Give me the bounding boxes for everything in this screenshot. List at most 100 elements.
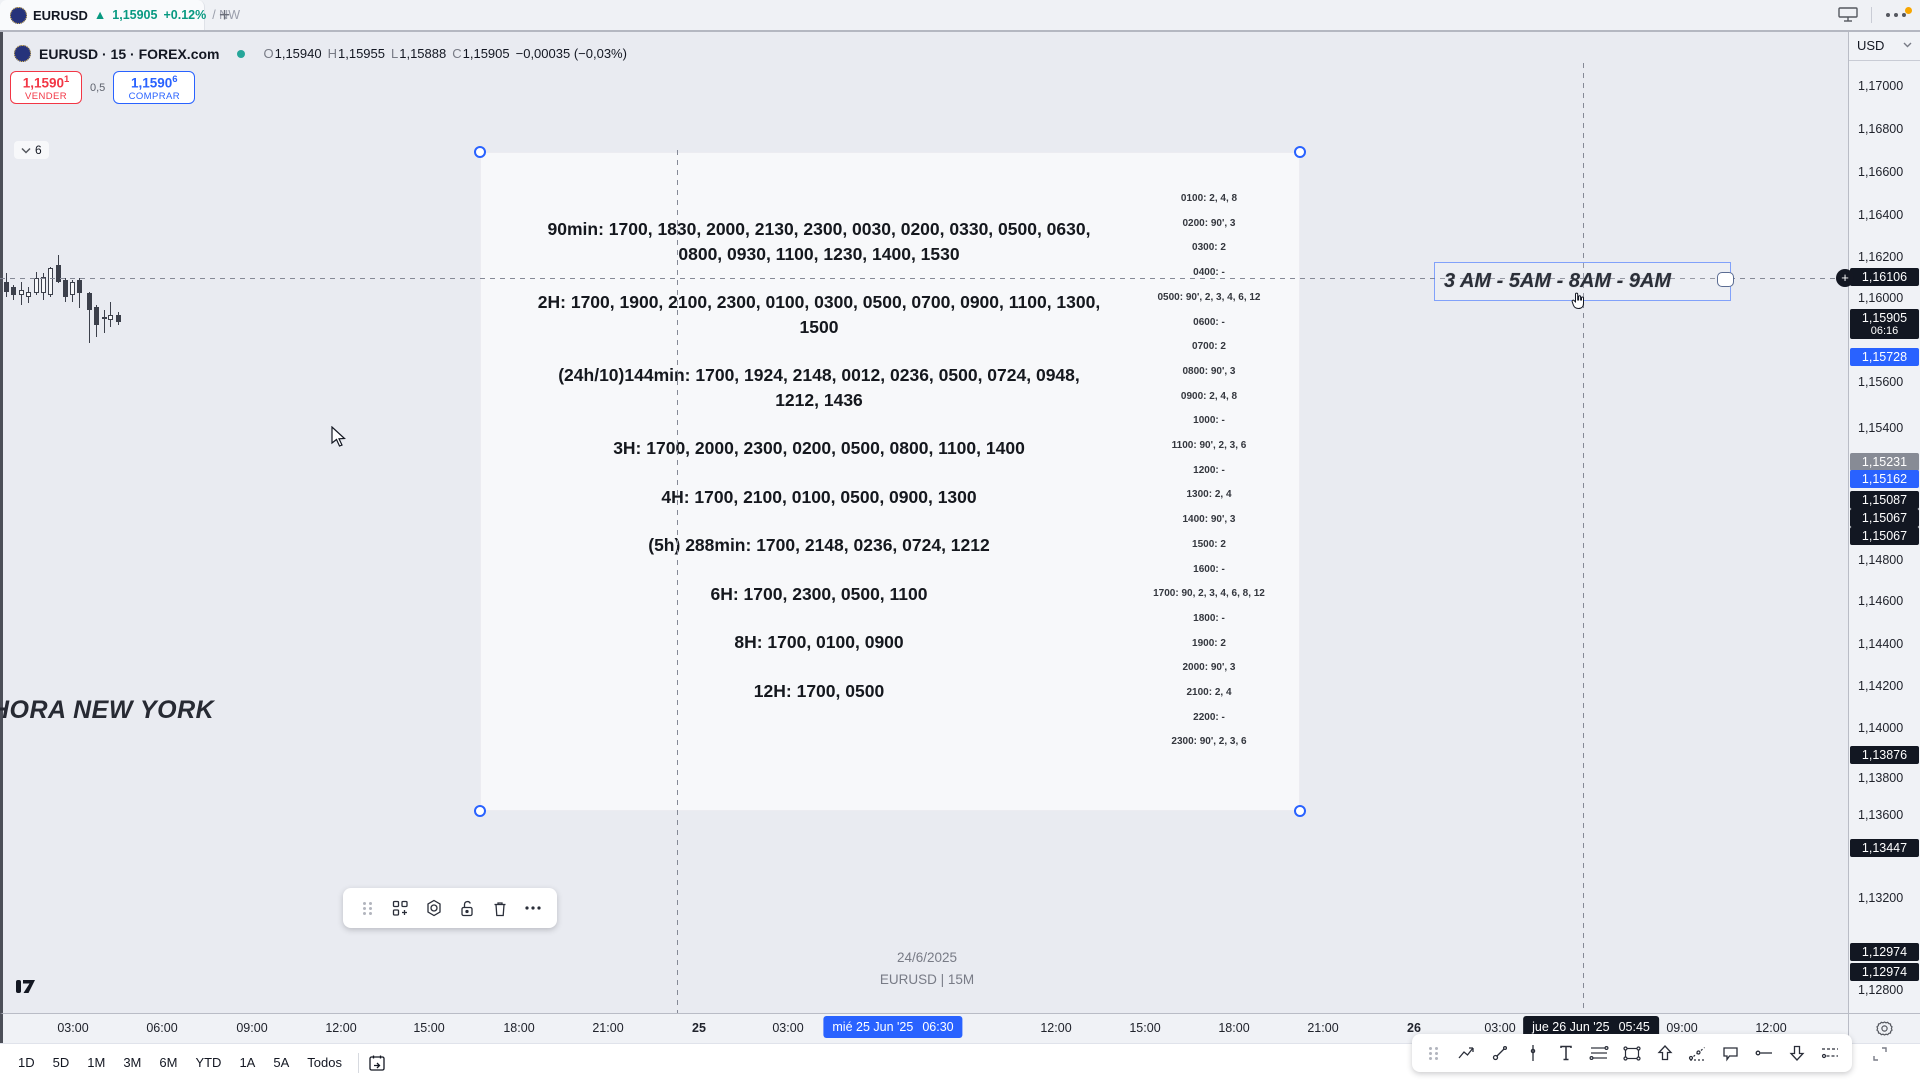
candle-body [34,278,39,293]
add-order-plus-icon[interactable]: + [1836,269,1854,287]
pane-resize-icon[interactable] [1872,1046,1888,1062]
tab-eurusd[interactable]: EURUSD ▲ 1,15905 +0.12% / NW [0,0,205,30]
note-line: (5h) 288min: 1700, 2148, 0236, 0724, 121… [495,533,1143,558]
price-tick: 1,13200 [1858,891,1903,905]
range-button[interactable]: 5D [45,1051,78,1074]
currency-selector[interactable]: USD [1849,30,1920,61]
range-button[interactable]: 3M [115,1051,149,1074]
sell-button[interactable]: 1,15901 VENDER [10,71,82,104]
price-axis[interactable]: USD 1,170001,168001,166001,164001,162001… [1848,30,1920,1013]
time-tick: 12:00 [325,1021,356,1035]
market-open-dot[interactable] [237,50,245,58]
low-value: 1,15888 [399,46,446,61]
time-tick: 15:00 [413,1021,444,1035]
sell-price-sup: 1 [64,74,69,85]
note-line: 2H: 1700, 1900, 2100, 2300, 0100, 0300, … [495,290,1143,315]
badge-date: jue 26 Jun '25 [1532,1020,1609,1034]
object-tree-toggle[interactable]: 6 [14,141,49,159]
goto-date-icon[interactable] [367,1053,387,1073]
price-tick: 1,14400 [1858,637,1903,651]
time-tick: 21:00 [1307,1021,1338,1035]
trash-icon[interactable] [483,888,516,928]
image-anchor-bottom-left[interactable] [474,805,486,817]
range-button[interactable]: 1A [231,1051,263,1074]
drag-handle-icon[interactable] [1418,1034,1451,1072]
price-badge-text: 1,13876 [1850,748,1919,762]
horizontal-ray-icon[interactable] [1747,1034,1780,1072]
chevron-down-icon [1903,42,1912,48]
note-paragraph: 12H: 1700, 0500 [495,679,1143,704]
hour-list-line: 2100: 2, 4 [1121,681,1297,706]
arrow-down-icon[interactable] [1780,1034,1813,1072]
session-watermark: HORA NEW YORK [0,696,214,725]
candle-body [108,315,113,320]
price-badge: 1,13447 [1850,839,1919,857]
range-button[interactable]: Todos [299,1051,350,1074]
legend-title[interactable]: EURUSD · 15 · FOREX.com [39,46,219,62]
range-button[interactable]: 5A [265,1051,297,1074]
image-anchor-top-right[interactable] [1294,146,1306,158]
note-line: 3H: 1700, 2000, 2300, 0200, 0500, 0800, … [495,436,1143,461]
layout-windows-icon[interactable] [1837,6,1859,24]
hour-list-line: 1700: 90, 2, 3, 4, 6, 8, 12 [1121,582,1297,607]
time-tick: 03:00 [772,1021,803,1035]
price-tick: 1,16800 [1858,122,1903,136]
hour-list-line: 1900: 2 [1121,632,1297,657]
trend-line-icon[interactable] [1484,1034,1517,1072]
chart-legend[interactable]: EURUSD · 15 · FOREX.com O1,15940 H1,1595… [14,45,627,62]
session-note-image[interactable]: 90min: 1700, 1830, 2000, 2130, 2300, 003… [480,152,1300,811]
spread-value: 0,5 [90,82,105,94]
annotation-resize-handle[interactable] [1717,272,1734,287]
time-tick: 06:00 [146,1021,177,1035]
hour-list-line: 1300: 2, 4 [1121,483,1297,508]
drag-handle-icon[interactable] [351,888,384,928]
tab-price: 1,15905 [112,8,157,22]
dashed-lines-icon[interactable] [1813,1034,1846,1072]
note-paragraph: 3H: 1700, 2000, 2300, 0200, 0500, 0800, … [495,436,1143,461]
add-tab-button[interactable]: + [219,6,230,25]
axis-center-labels: 24/6/2025 EURUSD | 15M [880,950,974,987]
vertical-line-icon[interactable] [1517,1034,1550,1072]
horizontal-lines-icon[interactable] [1583,1034,1616,1072]
open-value: 1,15940 [275,46,322,61]
clone-group-icon[interactable] [384,888,417,928]
callout-icon[interactable] [1714,1034,1747,1072]
tradingview-logo[interactable] [14,975,40,997]
range-button[interactable]: 1M [79,1051,113,1074]
settings-gear-icon[interactable] [417,888,450,928]
selection-toolbar [343,888,557,928]
more-options-icon[interactable] [516,888,549,928]
image-anchor-top-left[interactable] [474,146,486,158]
axis-settings-corner[interactable] [1848,1013,1920,1043]
hour-list-line: 1100: 90', 2, 3, 6 [1121,434,1297,459]
range-selector: 1D5D1M3M6MYTD1A5ATodos [10,1051,350,1074]
note-line: 12H: 1700, 0500 [495,679,1143,704]
price-badge-text: 1,15231 [1850,455,1919,469]
price-tick: 1,16400 [1858,208,1903,222]
polyline-icon[interactable] [1451,1034,1484,1072]
badge-time: 06:30 [922,1020,953,1034]
candle-body [41,277,46,293]
text-tool-icon[interactable] [1550,1034,1583,1072]
hour-list-line: 1200: - [1121,459,1297,484]
arrow-up-icon[interactable] [1648,1034,1681,1072]
dashed-trend-icon[interactable] [1681,1034,1714,1072]
range-button[interactable]: 1D [10,1051,43,1074]
range-button[interactable]: 6M [151,1051,185,1074]
rectangle-icon[interactable] [1616,1034,1649,1072]
buy-button[interactable]: 1,15906 COMPRAR [113,71,195,104]
hour-list-line: 2000: 90', 3 [1121,656,1297,681]
candle-body [94,307,99,325]
note-line: 1212, 1436 [495,388,1143,413]
badge-time: 05:45 [1619,1020,1650,1034]
price-badge-text: 1,12974 [1850,965,1919,979]
price-badge-text: 1,13447 [1850,841,1919,855]
range-button[interactable]: YTD [187,1051,229,1074]
image-anchor-bottom-right[interactable] [1294,805,1306,817]
price-tick: 1,16600 [1858,165,1903,179]
note-line: 6H: 1700, 2300, 0500, 1100 [495,582,1143,607]
hour-list-line: 0200: 90', 3 [1121,212,1297,237]
more-options-icon[interactable] [1884,11,1908,19]
note-line: 4H: 1700, 2100, 0100, 0500, 0900, 1300 [495,485,1143,510]
unlock-icon[interactable] [450,888,483,928]
